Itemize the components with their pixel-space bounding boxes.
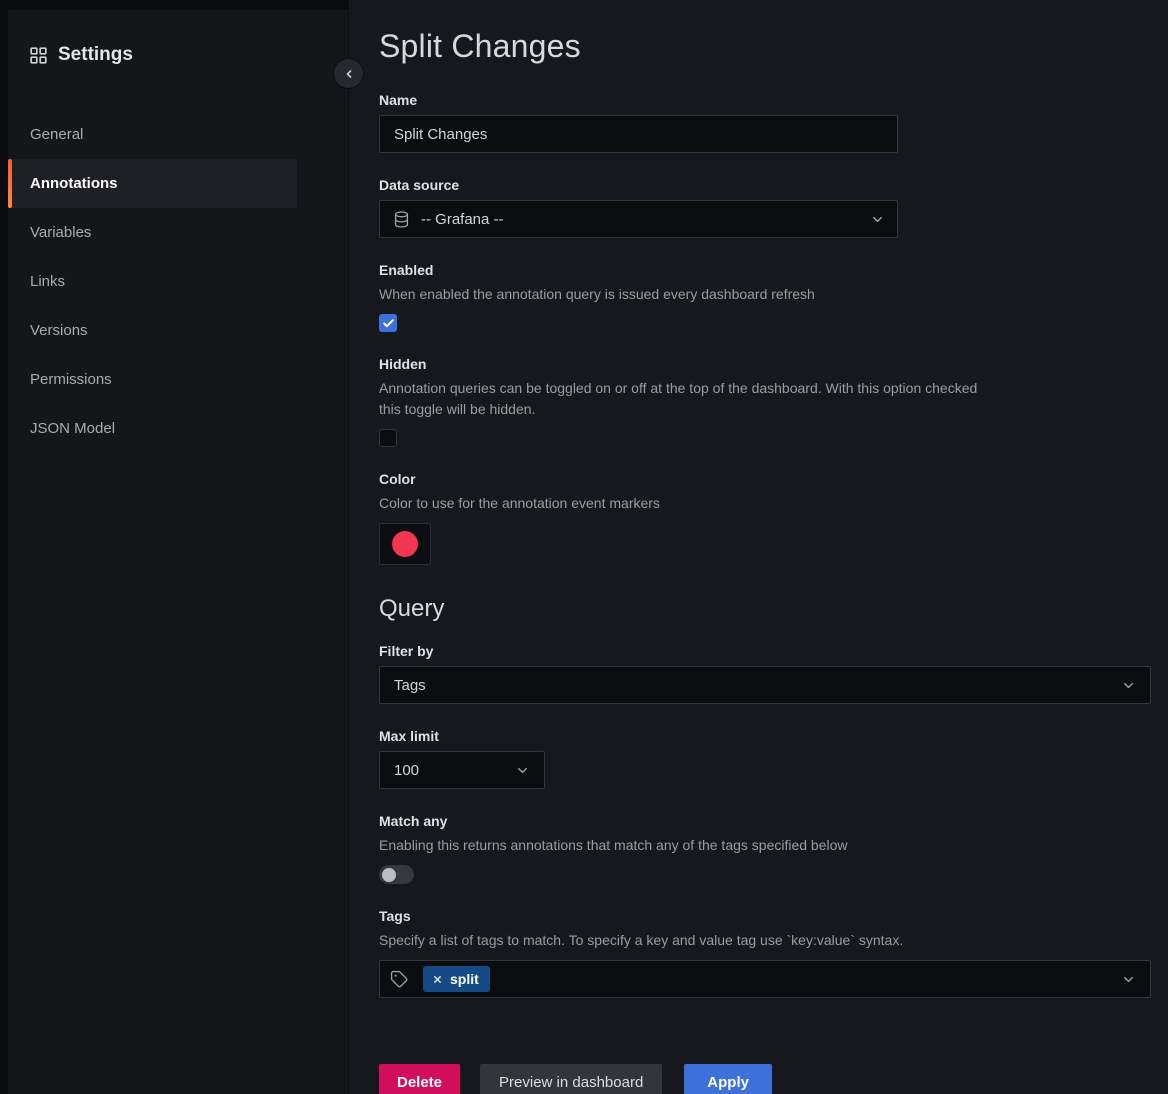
- annotation-color-dot: [392, 531, 418, 557]
- apply-button[interactable]: Apply: [684, 1064, 772, 1094]
- name-input[interactable]: [379, 115, 898, 153]
- sidebar-item-general[interactable]: General: [8, 110, 297, 159]
- hidden-checkbox[interactable]: [379, 429, 397, 447]
- enabled-label: Enabled: [379, 262, 1151, 278]
- chevron-down-icon: [515, 763, 530, 778]
- max-limit-field: Max limit 100: [379, 728, 1151, 789]
- tag-pill-label: split: [450, 971, 479, 987]
- name-label: Name: [379, 92, 1151, 108]
- chevron-down-icon[interactable]: [1121, 972, 1136, 987]
- chevron-down-icon: [1121, 678, 1136, 693]
- match-any-toggle[interactable]: [379, 865, 414, 884]
- checkmark-icon: [382, 317, 395, 330]
- sidebar-item-annotations[interactable]: Annotations: [8, 159, 297, 208]
- max-limit-value: 100: [394, 762, 419, 779]
- sidebar-item-permissions[interactable]: Permissions: [8, 355, 297, 404]
- hidden-description: Annotation queries can be toggled on or …: [379, 378, 984, 420]
- annotation-settings-panel: Split Changes Name Data source -- Grafan…: [348, 0, 1168, 1094]
- settings-sidebar: Settings General Annotations Variables L…: [0, 0, 348, 1094]
- sidebar-item-links[interactable]: Links: [8, 257, 297, 306]
- hidden-label: Hidden: [379, 356, 1151, 372]
- color-label: Color: [379, 471, 1151, 487]
- match-any-label: Match any: [379, 813, 1151, 829]
- filter-by-value: Tags: [394, 677, 426, 694]
- action-buttons-row: Delete Preview in dashboard Apply: [379, 1064, 1151, 1094]
- match-any-field: Match any Enabling this returns annotati…: [379, 813, 1151, 884]
- tags-label: Tags: [379, 908, 1151, 924]
- filter-by-field: Filter by Tags: [379, 643, 1151, 704]
- apps-grid-icon: [30, 47, 47, 64]
- tag-icon: [390, 970, 409, 989]
- query-section-title: Query: [379, 595, 1151, 623]
- data-source-field: Data source -- Grafana --: [379, 177, 1151, 238]
- chevron-left-icon: [343, 68, 355, 80]
- max-limit-select[interactable]: 100: [379, 751, 545, 789]
- enabled-field: Enabled When enabled the annotation quer…: [379, 262, 1151, 332]
- hidden-field: Hidden Annotation queries can be toggled…: [379, 356, 1151, 447]
- color-picker-button[interactable]: [379, 523, 431, 565]
- enabled-description: When enabled the annotation query is iss…: [379, 284, 984, 305]
- settings-title: Settings: [58, 44, 133, 66]
- color-description: Color to use for the annotation event ma…: [379, 493, 984, 514]
- delete-button[interactable]: Delete: [379, 1064, 460, 1094]
- database-icon: [392, 210, 411, 229]
- enabled-checkbox[interactable]: [379, 314, 397, 332]
- data-source-label: Data source: [379, 177, 1151, 193]
- toggle-knob: [382, 868, 396, 882]
- tags-input[interactable]: split: [379, 960, 1151, 998]
- match-any-description: Enabling this returns annotations that m…: [379, 835, 984, 856]
- sidebar-item-json-model[interactable]: JSON Model: [8, 404, 297, 453]
- color-field: Color Color to use for the annotation ev…: [379, 471, 1151, 565]
- max-limit-label: Max limit: [379, 728, 1151, 744]
- remove-tag-icon[interactable]: [432, 974, 443, 985]
- settings-header: Settings: [8, 44, 348, 66]
- page-title: Split Changes: [379, 28, 1151, 65]
- sidebar-item-versions[interactable]: Versions: [8, 306, 297, 355]
- chevron-down-icon: [870, 212, 885, 227]
- settings-nav: General Annotations Variables Links Vers…: [8, 110, 348, 453]
- tag-pill-split[interactable]: split: [423, 966, 490, 992]
- tags-field: Tags Specify a list of tags to match. To…: [379, 908, 1151, 998]
- name-field: Name: [379, 92, 1151, 153]
- sidebar-item-variables[interactable]: Variables: [8, 208, 297, 257]
- filter-by-select[interactable]: Tags: [379, 666, 1151, 704]
- data-source-value: -- Grafana --: [421, 211, 504, 228]
- data-source-picker[interactable]: -- Grafana --: [379, 200, 898, 238]
- tags-description: Specify a list of tags to match. To spec…: [379, 930, 984, 951]
- filter-by-label: Filter by: [379, 643, 1151, 659]
- preview-in-dashboard-button[interactable]: Preview in dashboard: [480, 1064, 662, 1094]
- collapse-sidebar-button[interactable]: [334, 59, 363, 88]
